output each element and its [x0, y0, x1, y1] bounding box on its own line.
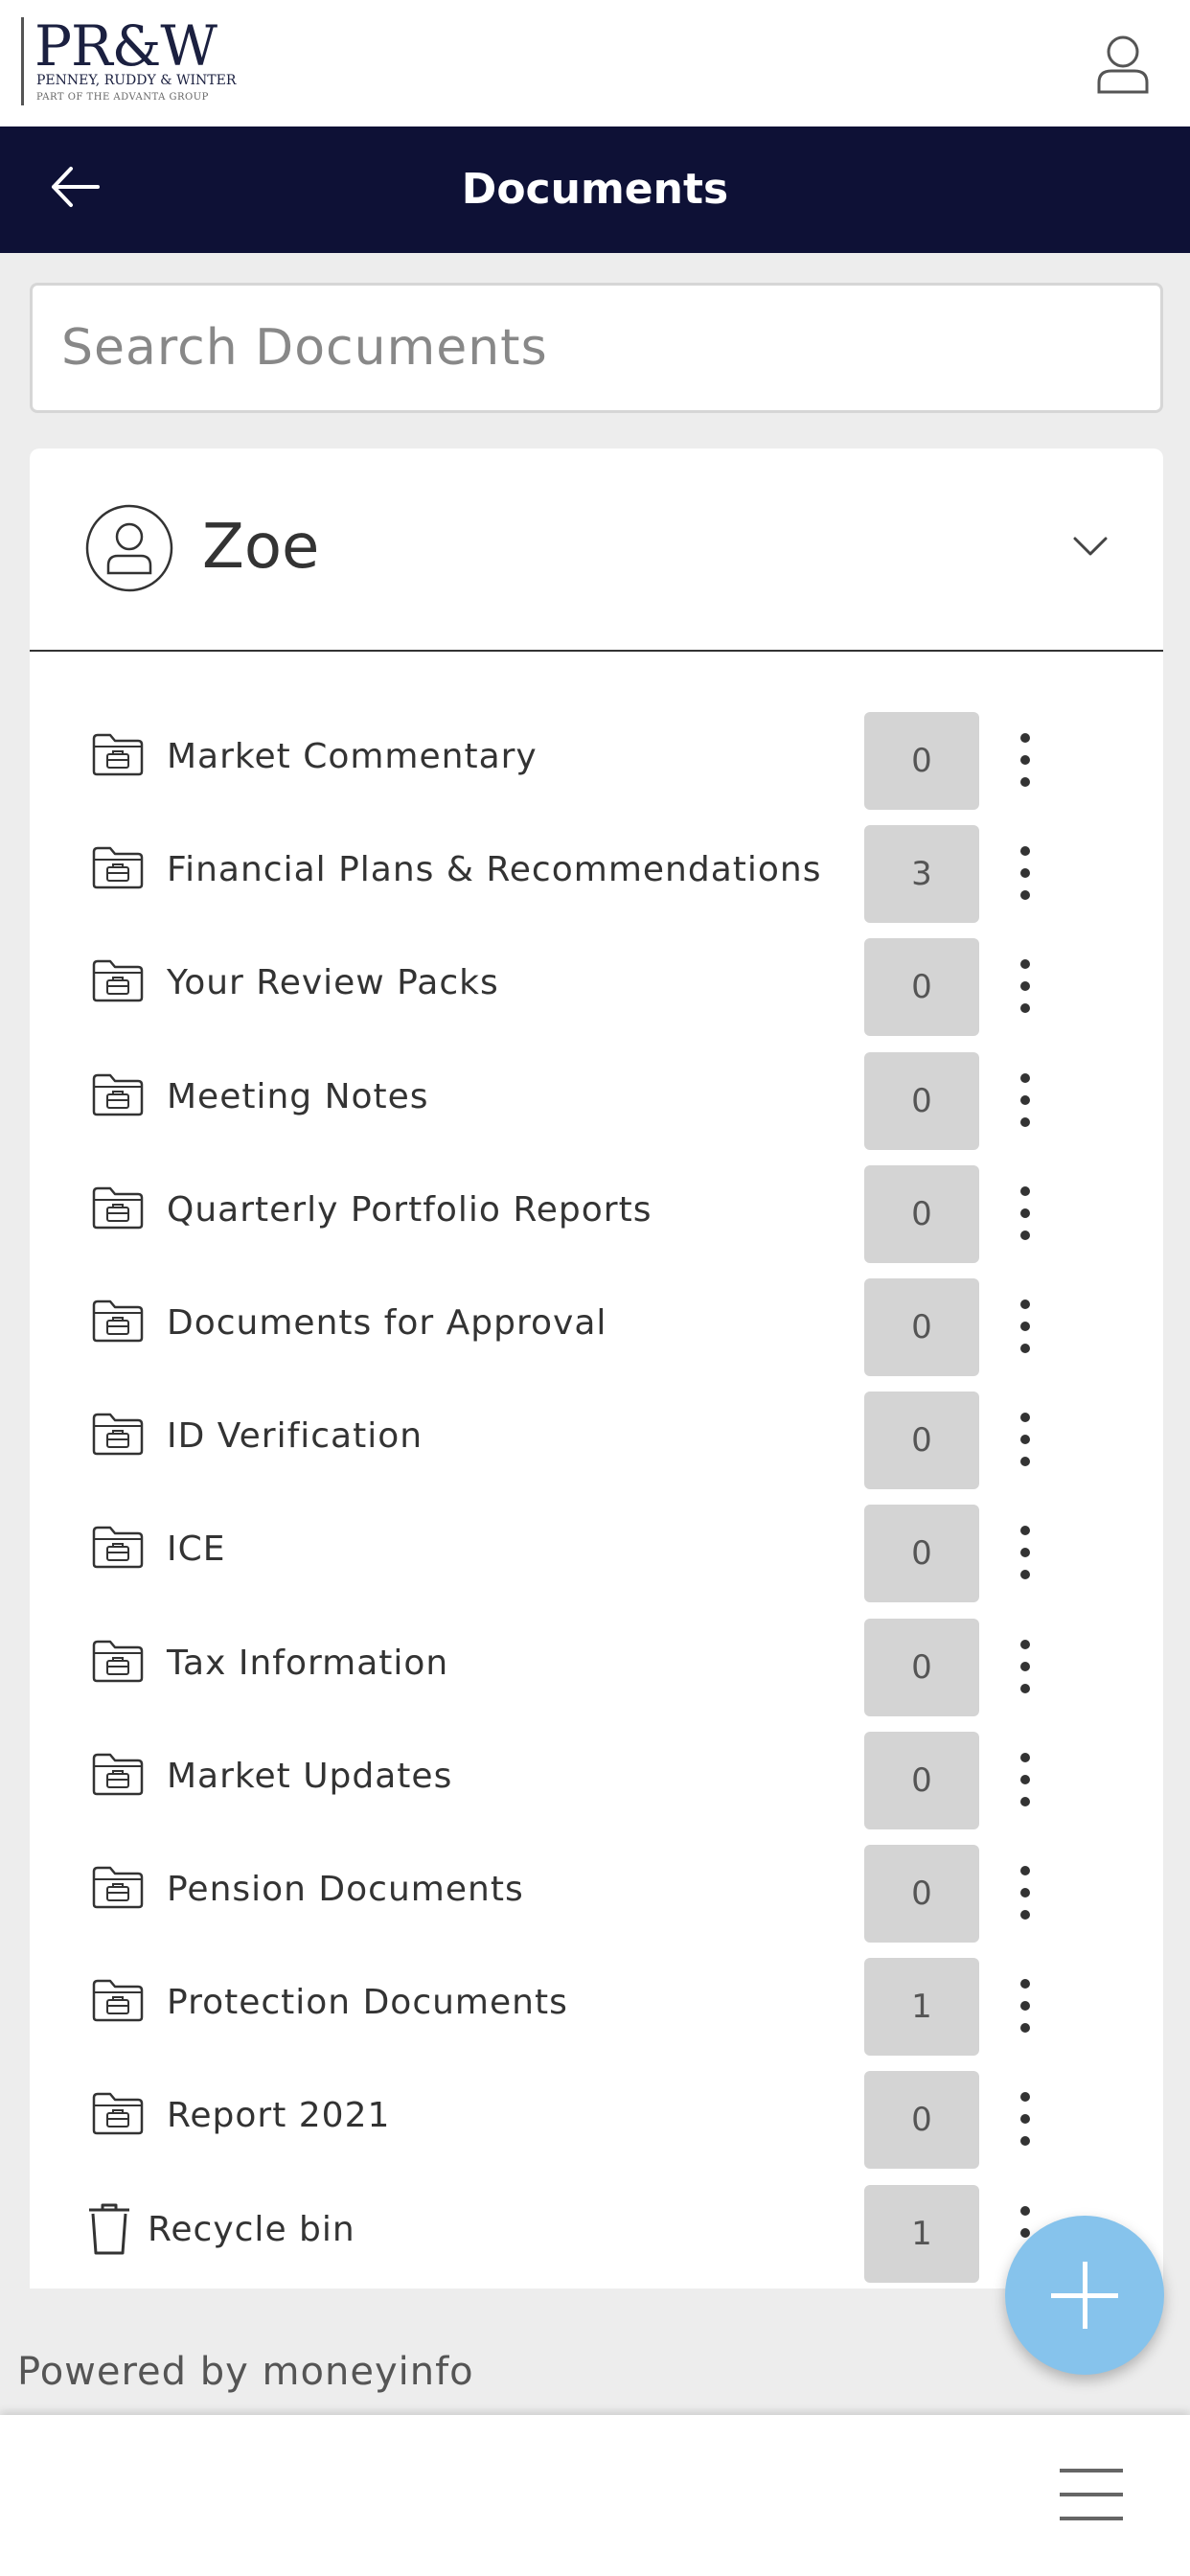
document-count-badge: 0	[864, 712, 979, 810]
folder-label: Protection Documents	[167, 1983, 568, 2022]
document-count-badge: 0	[864, 1165, 979, 1263]
logo-tagline: PENNEY, RUDDY & WINTER	[36, 73, 237, 88]
trash-icon	[85, 2200, 133, 2258]
folder-row[interactable]: Quarterly Portfolio Reports 0	[30, 1154, 1163, 1267]
folder-label: Recycle bin	[148, 2210, 355, 2249]
folder-icon	[91, 1184, 145, 1230]
document-count-badge: 0	[864, 1845, 979, 1943]
more-options-icon[interactable]	[1011, 835, 1040, 911]
documents-card: Zoe Market Commentary 0 Financial Plans & …	[30, 448, 1163, 2288]
more-options-icon[interactable]	[1011, 1854, 1040, 1931]
folder-icon	[91, 1638, 145, 1684]
menu-line	[1060, 2517, 1123, 2520]
folder-label: Documents for Approval	[167, 1303, 607, 1343]
powered-by-text: Powered by moneyinfo	[17, 2350, 474, 2394]
more-options-icon[interactable]	[1011, 948, 1040, 1024]
brand-bar: PR&W PENNEY, RUDDY & WINTER PART OF THE …	[0, 0, 1190, 126]
more-options-icon[interactable]	[1011, 1062, 1040, 1138]
more-options-icon[interactable]	[1011, 1288, 1040, 1365]
logo-mark: PR&W	[34, 13, 217, 79]
folder-label: ID Verification	[167, 1416, 423, 1456]
folder-icon	[91, 1864, 145, 1910]
folder-row[interactable]: Report 2021 0	[30, 2059, 1163, 2173]
page-title: Documents	[461, 165, 729, 214]
more-options-icon[interactable]	[1011, 1741, 1040, 1818]
more-options-icon[interactable]	[1011, 1967, 1040, 2044]
folder-row[interactable]: Pension Documents 0	[30, 1833, 1163, 1946]
more-options-icon[interactable]	[1011, 1514, 1040, 1591]
folder-label: Quarterly Portfolio Reports	[167, 1190, 652, 1230]
document-count-badge: 0	[864, 1505, 979, 1602]
document-count-badge: 0	[864, 1732, 979, 1829]
folder-label: Tax Information	[167, 1644, 449, 1683]
folder-row[interactable]: ID Verification 0	[30, 1380, 1163, 1493]
bottom-bar	[0, 2415, 1190, 2576]
document-count-badge: 0	[864, 1052, 979, 1150]
folder-row[interactable]: Market Commentary 0	[30, 701, 1163, 814]
folder-icon	[91, 1977, 145, 2023]
folder-icon	[91, 1071, 145, 1117]
folder-label: Your Review Packs	[167, 963, 499, 1002]
more-options-icon[interactable]	[1011, 1401, 1040, 1478]
more-options-icon[interactable]	[1011, 1175, 1040, 1252]
search-input[interactable]	[30, 283, 1163, 413]
folder-icon	[91, 1298, 145, 1344]
profile-name: Zoe	[202, 512, 320, 583]
folder-row[interactable]: Financial Plans & Recommendations 3	[30, 814, 1163, 927]
folder-icon	[91, 1411, 145, 1457]
folder-icon	[91, 2090, 145, 2136]
more-options-icon[interactable]	[1011, 1628, 1040, 1705]
document-count-badge: 0	[864, 2071, 979, 2169]
document-count-badge: 1	[864, 1958, 979, 2056]
folder-row[interactable]: Market Updates 0	[30, 1720, 1163, 1833]
document-count-badge: 1	[864, 2185, 979, 2283]
folder-row[interactable]: Documents for Approval 0	[30, 1267, 1163, 1380]
profile-selector[interactable]: Zoe	[30, 448, 1163, 652]
folder-label: Financial Plans & Recommendations	[167, 850, 822, 889]
document-count-badge: 0	[864, 1619, 979, 1716]
folder-icon	[91, 957, 145, 1003]
user-icon	[1097, 35, 1149, 94]
folder-label: ICE	[167, 1530, 226, 1569]
document-count-badge: 0	[864, 1278, 979, 1376]
folder-row[interactable]: Meeting Notes 0	[30, 1041, 1163, 1154]
document-count-badge: 0	[864, 1392, 979, 1489]
chevron-down-icon[interactable]	[1071, 531, 1110, 560]
logo-rule	[21, 17, 24, 105]
hamburger-menu-button[interactable]	[1060, 2469, 1123, 2520]
folder-icon	[91, 844, 145, 890]
user-profile-button[interactable]	[1094, 33, 1152, 96]
folder-label: Report 2021	[167, 2096, 391, 2135]
menu-line	[1060, 2493, 1123, 2496]
folder-row[interactable]: Tax Information 0	[30, 1607, 1163, 1720]
avatar-icon	[85, 504, 173, 592]
more-options-icon[interactable]	[1011, 2081, 1040, 2157]
document-count-badge: 0	[864, 938, 979, 1036]
menu-line	[1060, 2469, 1123, 2472]
folder-label: Pension Documents	[167, 1870, 524, 1909]
folder-row[interactable]: Protection Documents 1	[30, 1946, 1163, 2059]
folder-label: Market Updates	[167, 1757, 453, 1796]
company-logo: PR&W PENNEY, RUDDY & WINTER PART OF THE …	[21, 13, 261, 109]
add-document-button[interactable]	[1005, 2216, 1164, 2375]
logo-group-line: PART OF THE ADVANTA GROUP	[36, 92, 209, 103]
more-options-icon[interactable]	[1011, 722, 1040, 798]
document-count-badge: 3	[864, 825, 979, 923]
folder-icon	[91, 1751, 145, 1797]
folder-row[interactable]: Your Review Packs 0	[30, 927, 1163, 1040]
folder-row[interactable]: Recycle bin 1	[30, 2174, 1163, 2287]
folder-row[interactable]: ICE 0	[30, 1493, 1163, 1606]
folder-icon	[91, 1524, 145, 1570]
folder-label: Market Commentary	[167, 737, 538, 776]
folder-label: Meeting Notes	[167, 1077, 429, 1116]
page-header: Documents	[0, 126, 1190, 253]
folder-icon	[91, 731, 145, 777]
